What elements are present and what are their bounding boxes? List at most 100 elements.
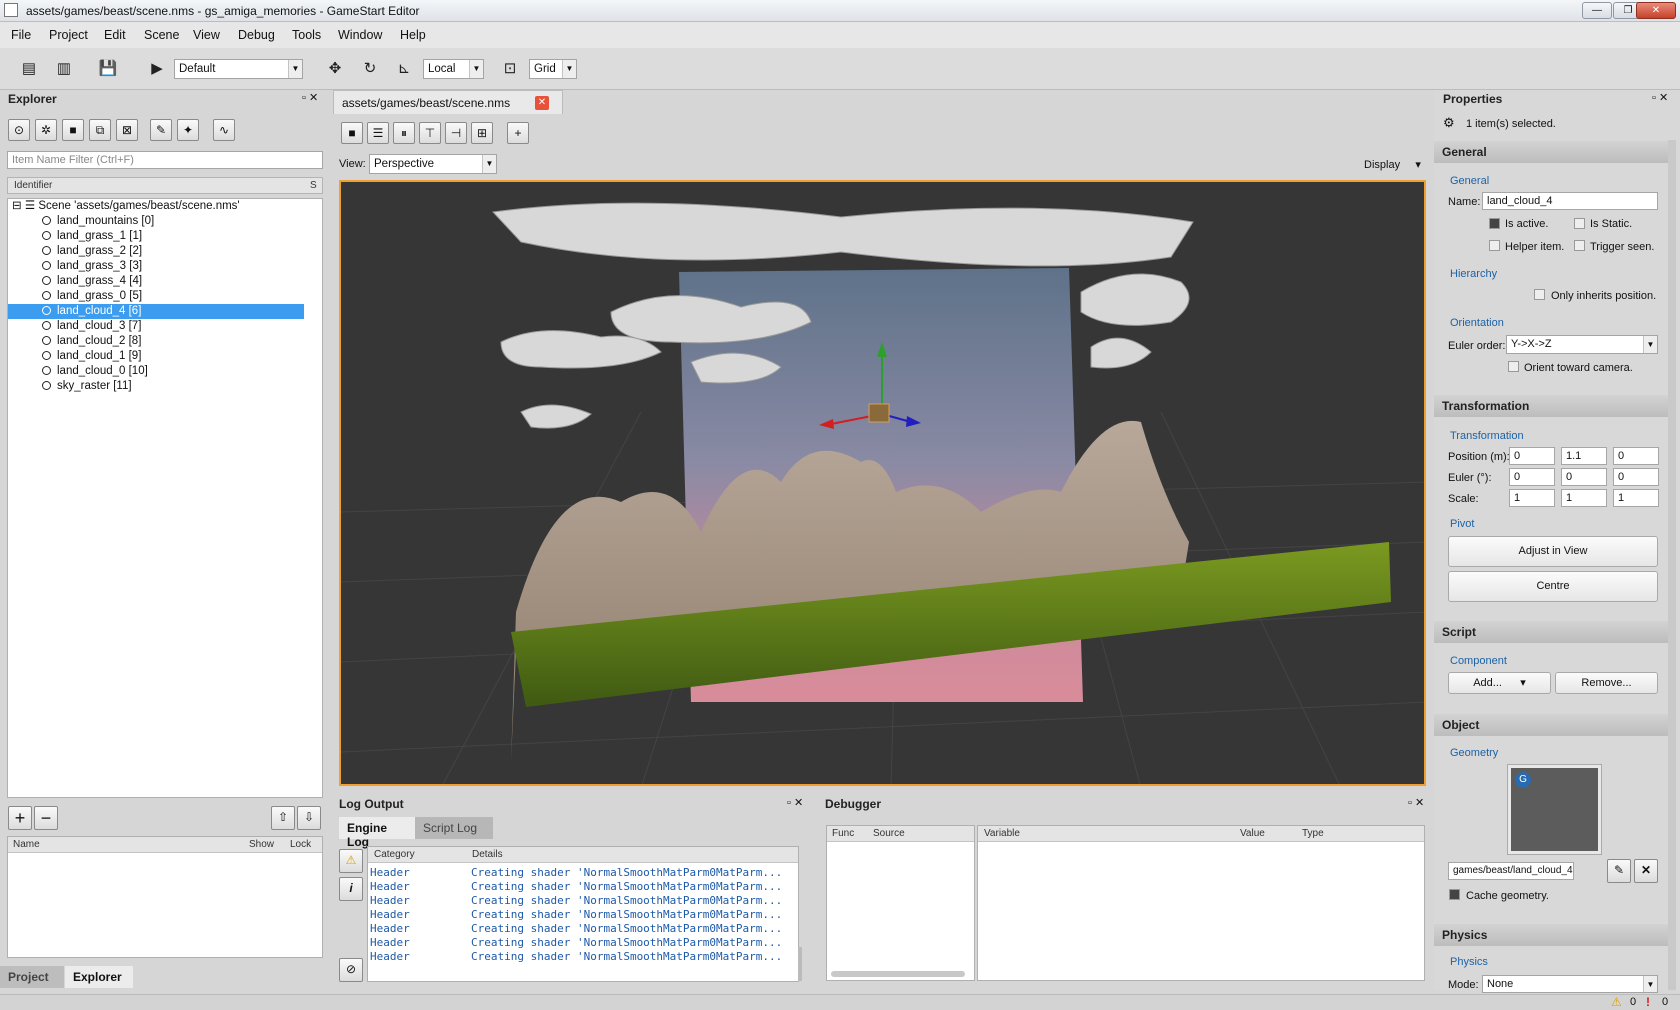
add-trigger-icon[interactable]: ⊠: [116, 119, 138, 141]
menu-view[interactable]: View: [193, 28, 220, 42]
col-s[interactable]: S: [310, 180, 317, 191]
euler-x-field[interactable]: 0: [1509, 468, 1555, 486]
menu-debug[interactable]: Debug: [238, 28, 275, 42]
col-variable[interactable]: Variable: [984, 828, 1020, 839]
geometry-path-field[interactable]: games/beast/land_cloud_4.nmg: [1448, 862, 1574, 880]
debugger-float-icon[interactable]: ▫ ✕: [1408, 796, 1424, 809]
geometry-thumbnail[interactable]: G: [1507, 764, 1602, 855]
helper-item-checkbox[interactable]: [1489, 240, 1500, 251]
float-icon[interactable]: ▫ ✕: [302, 91, 318, 104]
col-func[interactable]: Func: [832, 828, 854, 839]
layout-vsplit-icon[interactable]: ⏸: [393, 122, 415, 144]
tab-project[interactable]: Project: [0, 966, 64, 988]
centre-button[interactable]: Centre: [1448, 571, 1658, 602]
menu-window[interactable]: Window: [338, 28, 382, 42]
tab-script-log[interactable]: Script Log: [415, 817, 493, 839]
euler-z-field[interactable]: 0: [1613, 468, 1659, 486]
stack-scrollbar[interactable]: [831, 971, 965, 977]
col-source[interactable]: Source: [873, 828, 905, 839]
col-identifier[interactable]: Identifier: [14, 180, 52, 191]
col-show[interactable]: Show: [249, 839, 274, 850]
warning-filter-icon[interactable]: ⚠: [339, 849, 363, 873]
log-scrollbar[interactable]: [798, 947, 802, 981]
adjust-in-view-button[interactable]: Adjust in View: [1448, 536, 1658, 567]
tab-engine-log[interactable]: Engine Log: [339, 817, 419, 849]
log-row[interactable]: Header Creating shader 'NormalSmoothMatPa…: [370, 950, 782, 963]
add-component-button[interactable]: Add... ▾: [1448, 672, 1551, 694]
col-details[interactable]: Details: [472, 849, 503, 860]
tree-item[interactable]: land_mountains [0]: [42, 214, 154, 229]
menu-help[interactable]: Help: [400, 28, 426, 42]
space-select[interactable]: Local ▼: [423, 59, 484, 79]
add-particles-icon[interactable]: ✦: [177, 119, 199, 141]
position-y-field[interactable]: 1.1: [1561, 447, 1607, 465]
tree-row-scene[interactable]: ⊟ ☰ Scene 'assets/games/beast/scene.nms': [12, 199, 240, 214]
trigger-seen-checkbox[interactable]: [1574, 240, 1585, 251]
remove-component-button[interactable]: Remove...: [1555, 672, 1658, 694]
tree-item[interactable]: land_cloud_0 [10]: [42, 364, 148, 379]
col-name[interactable]: Name: [13, 839, 40, 850]
log-row[interactable]: Header Creating shader 'NormalSmoothMatPa…: [370, 894, 782, 907]
position-x-field[interactable]: 0: [1509, 447, 1555, 465]
scene-tab[interactable]: assets/games/beast/scene.nms ✕: [333, 90, 563, 114]
tree-item[interactable]: land_grass_3 [3]: [42, 259, 142, 274]
move-tool-icon[interactable]: ✥: [323, 57, 347, 81]
is-static-checkbox[interactable]: [1574, 218, 1585, 229]
tree-item[interactable]: land_grass_0 [5]: [42, 289, 142, 304]
euler-y-field[interactable]: 0: [1561, 468, 1607, 486]
col-category[interactable]: Category: [374, 849, 415, 860]
cache-geometry-checkbox[interactable]: [1449, 889, 1460, 900]
tree-item[interactable]: land_cloud_4 [6]: [8, 304, 304, 319]
info-filter-icon[interactable]: i: [339, 877, 363, 901]
view-select[interactable]: Perspective ▼: [369, 154, 497, 174]
add-light-icon[interactable]: ✲: [35, 119, 57, 141]
tree-item[interactable]: land_cloud_1 [9]: [42, 349, 141, 364]
scene-viewport[interactable]: [339, 180, 1426, 786]
col-lock[interactable]: Lock: [290, 839, 311, 850]
physics-mode-select[interactable]: None ▼: [1482, 975, 1658, 993]
edit-geometry-icon[interactable]: ✎: [1607, 859, 1631, 883]
scale-tool-icon[interactable]: ⊾: [392, 57, 416, 81]
position-z-field[interactable]: 0: [1613, 447, 1659, 465]
scale-z-field[interactable]: 1: [1613, 489, 1659, 507]
layout-single-icon[interactable]: ■: [341, 122, 363, 144]
preset-select[interactable]: Default ▼: [174, 59, 303, 79]
remove-layer-button[interactable]: −: [34, 806, 58, 830]
name-field[interactable]: land_cloud_4: [1482, 192, 1658, 210]
properties-scrollbar[interactable]: [1668, 140, 1676, 990]
close-tab-icon[interactable]: ✕: [535, 96, 549, 110]
is-active-checkbox[interactable]: [1489, 218, 1500, 229]
menu-edit[interactable]: Edit: [104, 28, 126, 42]
scale-y-field[interactable]: 1: [1561, 489, 1607, 507]
clear-geometry-icon[interactable]: ✕: [1634, 859, 1658, 883]
log-row[interactable]: Header Creating shader 'NormalSmoothMatPa…: [370, 936, 782, 949]
section-object[interactable]: Object: [1434, 714, 1668, 736]
tree-item[interactable]: land_grass_1 [1]: [42, 229, 142, 244]
move-up-button[interactable]: ⇧: [271, 806, 295, 830]
scale-x-field[interactable]: 1: [1509, 489, 1555, 507]
log-float-icon[interactable]: ▫ ✕: [787, 796, 803, 809]
layout-three-alt-icon[interactable]: ⊣: [445, 122, 467, 144]
section-script[interactable]: Script: [1434, 621, 1668, 643]
snap-icon[interactable]: ⊡: [498, 57, 522, 81]
add-graph-icon[interactable]: ∿: [213, 119, 235, 141]
menu-project[interactable]: Project: [49, 28, 88, 42]
log-row[interactable]: Header Creating shader 'NormalSmoothMatPa…: [370, 922, 782, 935]
open-project-icon[interactable]: ▤: [17, 57, 41, 81]
tree-item[interactable]: land_grass_4 [4]: [42, 274, 142, 289]
section-general[interactable]: General: [1434, 141, 1668, 163]
clear-log-icon[interactable]: ⊘: [339, 958, 363, 982]
tree-item[interactable]: land_cloud_3 [7]: [42, 319, 141, 334]
add-instance-icon[interactable]: ⧉: [89, 119, 111, 141]
section-transformation[interactable]: Transformation: [1434, 395, 1668, 417]
log-row[interactable]: Header Creating shader 'NormalSmoothMatPa…: [370, 880, 782, 893]
add-camera-icon[interactable]: ■: [62, 119, 84, 141]
add-layer-button[interactable]: +: [8, 806, 32, 830]
log-row[interactable]: Header Creating shader 'NormalSmoothMatPa…: [370, 908, 782, 921]
tree-item[interactable]: land_cloud_2 [8]: [42, 334, 141, 349]
orient-camera-checkbox[interactable]: [1508, 361, 1519, 372]
menu-tools[interactable]: Tools: [292, 28, 321, 42]
item-filter-input[interactable]: Item Name Filter (Ctrl+F): [7, 151, 323, 169]
layout-quad-icon[interactable]: ⊞: [471, 122, 493, 144]
add-node-icon[interactable]: ⊙: [8, 119, 30, 141]
